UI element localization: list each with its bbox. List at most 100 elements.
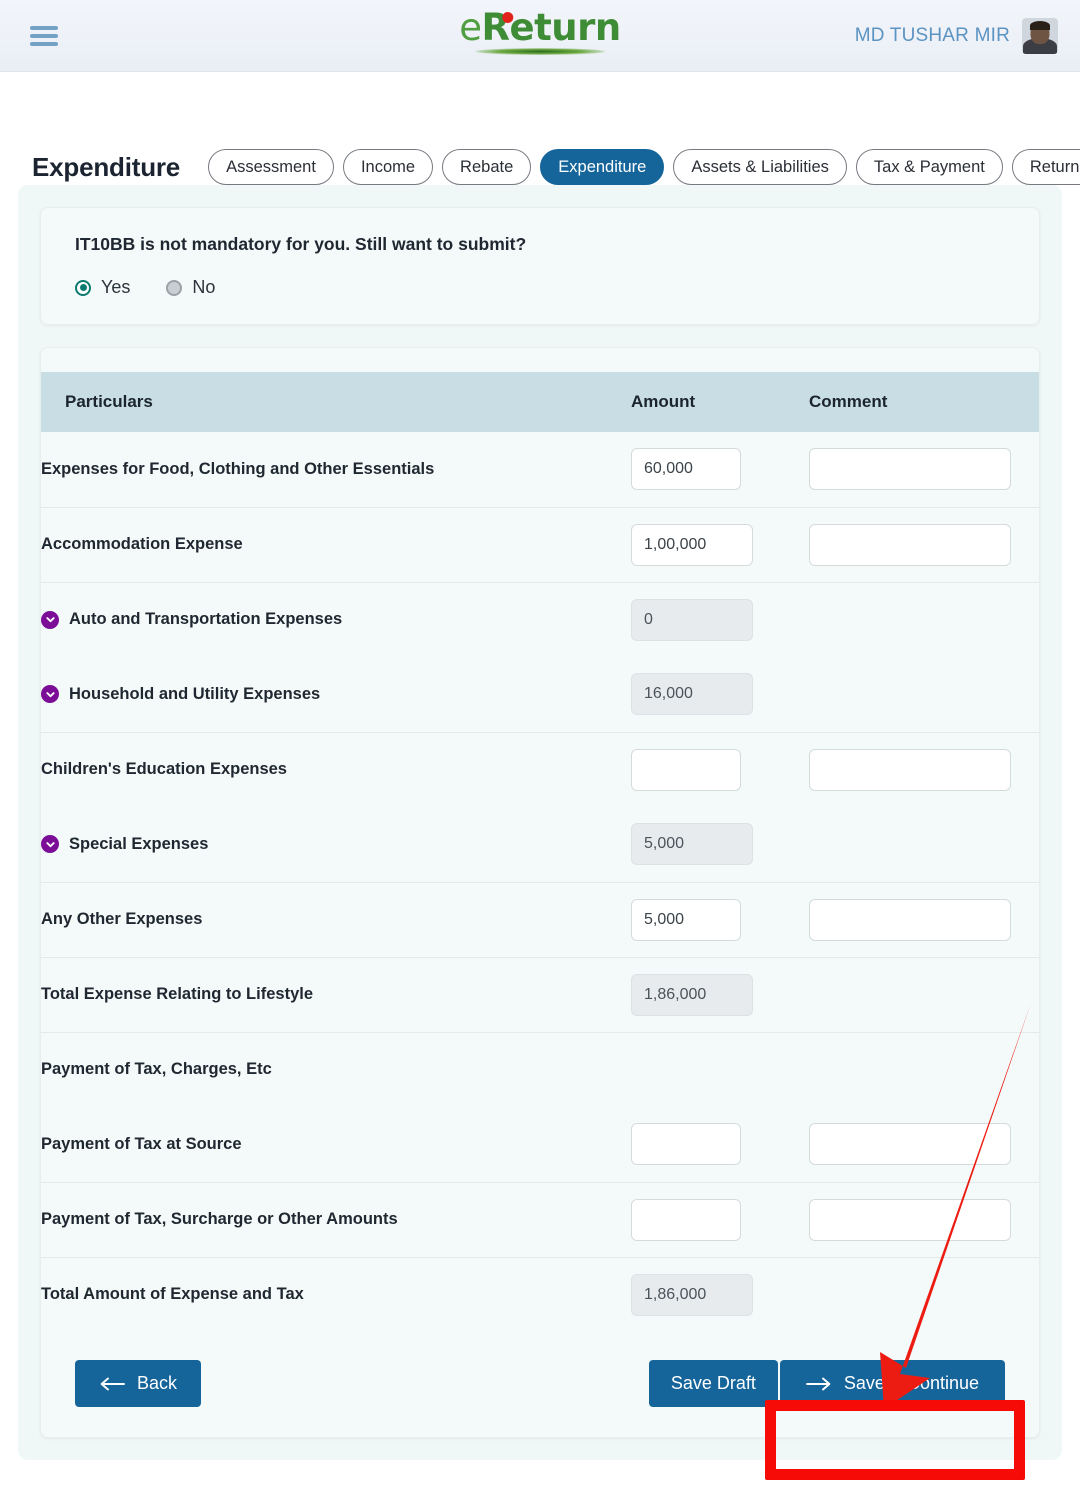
amount-input-any-other-expenses[interactable] [631, 898, 741, 941]
table-row: Total Amount of Expense and Tax [41, 1257, 1039, 1332]
tab-expenditure[interactable]: Expenditure [540, 148, 665, 186]
it10bb-radio-group: Yes No [75, 277, 1005, 298]
comment-input-tax-surcharge-other[interactable] [809, 1198, 1011, 1241]
row-comment-cell [809, 807, 1039, 883]
comment-input-accommodation[interactable] [809, 523, 1011, 566]
user-name-label: MD TUSHAR MIR [854, 24, 1010, 46]
hamburger-menu-icon[interactable] [30, 25, 58, 46]
row-amount-cell [631, 957, 809, 1033]
table-section-row: Payment of Tax, Charges, Etc [41, 1032, 1039, 1107]
row-label-cell: Any Other Expenses [41, 882, 631, 958]
content-area: IT10BB is not mandatory for you. Still w… [18, 185, 1062, 1460]
tab-income[interactable]: Income [342, 148, 434, 186]
table-row: Total Expense Relating to Lifestyle [41, 957, 1039, 1033]
row-label-cell: Accommodation Expense [41, 507, 631, 583]
step-tabs: Assessment Income Rebate Expenditure Ass… [208, 148, 1080, 186]
section-label-payment-of-tax: Payment of Tax, Charges, Etc [41, 1060, 272, 1079]
annotation-highlight-box [765, 1400, 1025, 1480]
amount-input-total-lifestyle[interactable] [631, 973, 753, 1016]
back-button[interactable]: Back [75, 1360, 202, 1407]
top-bar: eReturn MD TUSHAR MIR [0, 0, 1080, 72]
app-page: eReturn MD TUSHAR MIR Expenditure Assess… [0, 0, 1080, 1506]
row-comment-cell [809, 1182, 1039, 1258]
comment-input-any-other-expenses[interactable] [809, 898, 1011, 941]
row-label: Household and Utility Expenses [69, 684, 321, 703]
it10bb-question-label: IT10BB is not mandatory for you. Still w… [75, 234, 527, 254]
row-label-cell: Household and Utility Expenses [41, 657, 631, 733]
amount-input-total-expense-and-tax[interactable] [631, 1273, 753, 1316]
row-comment-cell [809, 432, 1039, 508]
logo-letter-e: e [459, 6, 482, 49]
row-label-cell: Special Expenses [41, 807, 631, 883]
row-amount-cell [631, 507, 809, 583]
tab-assessment[interactable]: Assessment [208, 148, 334, 186]
amount-input-tax-surcharge-other[interactable] [631, 1198, 741, 1241]
table-row: Payment of Tax, Surcharge or Other Amoun… [41, 1182, 1039, 1258]
user-profile[interactable]: MD TUSHAR MIR [854, 17, 1058, 54]
tab-return-view[interactable]: Return View [1011, 148, 1080, 186]
amount-input-auto-transportation[interactable] [631, 598, 753, 641]
comment-input-food-clothing[interactable] [809, 448, 1011, 491]
table-row: Special Expenses [41, 807, 1039, 883]
row-label-cell: Children's Education Expenses [41, 732, 631, 807]
table-row: Auto and Transportation Expenses [41, 582, 1039, 657]
radio-yes-indicator [75, 279, 91, 296]
amount-input-tax-at-source[interactable] [631, 1123, 741, 1166]
column-header-comment: Comment [809, 372, 1039, 432]
row-amount-cell [631, 807, 809, 883]
tab-tax-payment[interactable]: Tax & Payment [855, 148, 1003, 186]
row-label: Special Expenses [69, 834, 209, 853]
row-label: Payment of Tax, Surcharge or Other Amoun… [41, 1210, 398, 1228]
it10bb-question-card: IT10BB is not mandatory for you. Still w… [40, 207, 1040, 325]
row-amount-cell [631, 732, 809, 807]
row-label-cell: Total Expense Relating to Lifestyle [41, 957, 631, 1033]
chevron-down-icon[interactable] [41, 685, 59, 704]
radio-yes-label: Yes [101, 277, 131, 297]
app-logo[interactable]: eReturn [459, 4, 622, 55]
row-label-cell: Payment of Tax, Charges, Etc [41, 1032, 631, 1107]
row-amount-cell [631, 1257, 809, 1332]
tab-rebate[interactable]: Rebate [442, 148, 532, 186]
row-label: Payment of Tax at Source [41, 1134, 242, 1153]
amount-input-accommodation[interactable] [631, 523, 753, 566]
row-amount-cell [631, 1032, 809, 1107]
table-row: Household and Utility Expenses [41, 657, 1039, 733]
amount-input-household-utility[interactable] [631, 673, 753, 716]
radio-yes[interactable]: Yes [75, 277, 130, 298]
table-row: Children's Education Expenses [41, 732, 1039, 807]
comment-input-tax-at-source[interactable] [809, 1123, 1011, 1166]
table-head: Particulars Amount Comment [41, 372, 1039, 432]
row-label: Auto and Transportation Expenses [69, 610, 343, 629]
expenditure-table-card: Particulars Amount Comment Expenses for … [40, 347, 1040, 1438]
table-body: Expenses for Food, Clothing and Other Es… [41, 432, 1039, 1332]
row-amount-cell [631, 882, 809, 958]
avatar[interactable] [1022, 17, 1058, 54]
logo-red-dot-icon [502, 12, 514, 23]
radio-no-indicator [166, 279, 183, 296]
radio-no[interactable]: No [166, 277, 215, 298]
amount-input-special-expenses[interactable] [631, 823, 753, 866]
column-header-amount: Amount [631, 372, 809, 432]
row-amount-cell [631, 582, 809, 657]
row-amount-cell [631, 1107, 809, 1183]
row-label-cell: Auto and Transportation Expenses [41, 582, 631, 657]
tab-assets-liabilities[interactable]: Assets & Liabilities [673, 148, 847, 186]
logo-word-return: Return [481, 6, 622, 49]
chevron-down-icon[interactable] [41, 835, 59, 854]
row-comment-cell [809, 1107, 1039, 1183]
table-row: Any Other Expenses [41, 882, 1039, 958]
chevron-down-icon[interactable] [41, 610, 59, 629]
save-draft-button[interactable]: Save Draft [648, 1360, 778, 1407]
amount-input-food-clothing[interactable] [631, 448, 741, 491]
row-comment-cell [809, 1032, 1039, 1107]
comment-input-children-education[interactable] [809, 748, 1011, 791]
row-label: Total Amount of Expense and Tax [41, 1285, 304, 1304]
row-amount-cell [631, 1182, 809, 1258]
row-label-cell: Payment of Tax at Source [41, 1107, 631, 1183]
amount-input-children-education[interactable] [631, 748, 741, 791]
row-label: Expenses for Food, Clothing and Other Es… [41, 459, 435, 478]
arrow-left-icon [100, 1377, 125, 1390]
table-row: Accommodation Expense [41, 507, 1039, 583]
row-label: Accommodation Expense [41, 535, 243, 553]
row-label-cell: Expenses for Food, Clothing and Other Es… [41, 432, 631, 508]
